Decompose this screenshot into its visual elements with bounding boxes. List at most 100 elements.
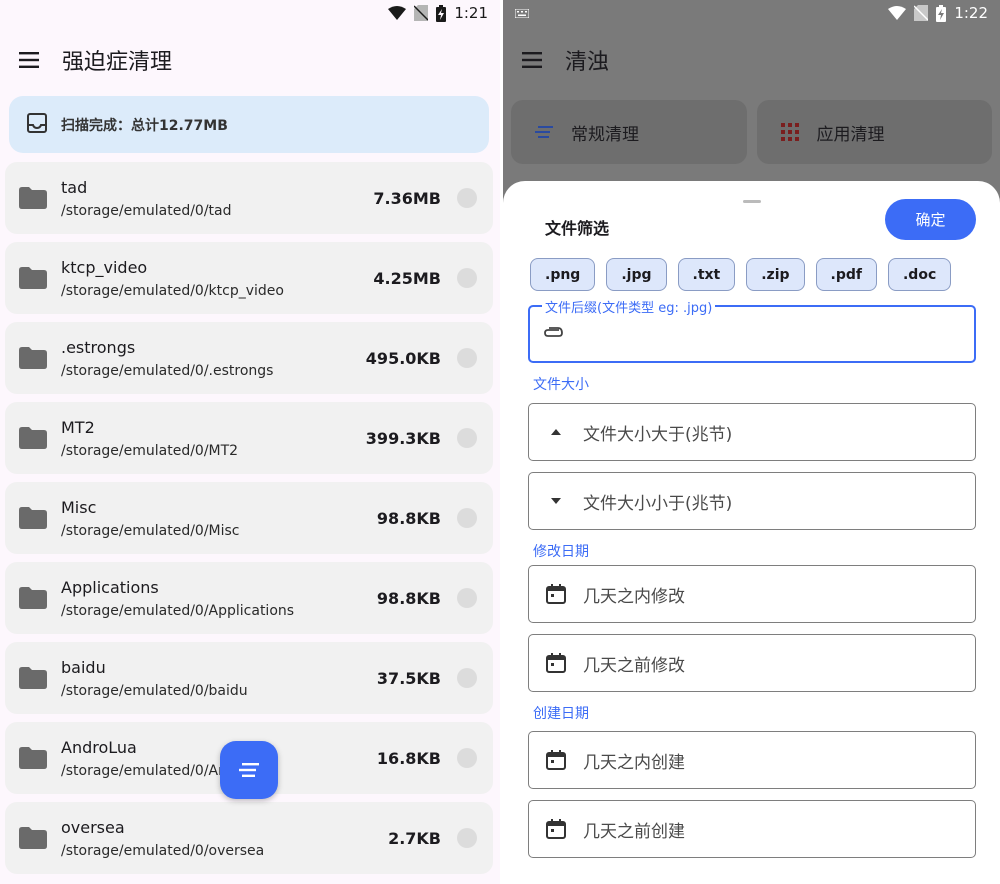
file-path: /storage/emulated/0/Misc xyxy=(61,522,240,539)
wifi-icon xyxy=(888,6,907,20)
folder-icon xyxy=(5,187,61,209)
status-time: 1:21 xyxy=(454,4,488,22)
sheet-title: 文件筛选 xyxy=(545,219,610,238)
created-within-field[interactable]: 几天之内创建 xyxy=(528,731,976,789)
battery-charging-icon xyxy=(436,4,447,22)
chip-doc[interactable]: .doc xyxy=(887,258,952,291)
folder-icon xyxy=(5,587,61,609)
select-radio[interactable] xyxy=(457,588,477,608)
chip-zip[interactable]: .zip xyxy=(746,258,805,291)
file-path: /storage/emulated/0/An xyxy=(61,762,227,779)
select-radio[interactable] xyxy=(457,348,477,368)
modified-before-field[interactable]: 几天之前修改 xyxy=(528,634,976,692)
file-path: /storage/emulated/0/Applications xyxy=(61,602,295,619)
chip-png[interactable]: .png xyxy=(530,258,596,291)
file-name: ktcp_video xyxy=(61,257,148,277)
inbox-icon xyxy=(27,112,47,137)
file-size: 98.8KB xyxy=(376,588,441,608)
select-radio[interactable] xyxy=(457,268,477,288)
app-toolbar: 清浊 xyxy=(503,34,1000,86)
tab-label: 应用清理 xyxy=(816,124,885,145)
list-item[interactable]: baidu/storage/emulated/0/baidu 37.5KB xyxy=(5,642,493,714)
size-greater-placeholder: 文件大小大于(兆节) xyxy=(583,424,733,445)
file-size: 16.8KB xyxy=(376,748,441,768)
no-sim-icon xyxy=(914,5,929,21)
calendar-icon xyxy=(543,584,569,604)
file-path: /storage/emulated/0/MT2 xyxy=(61,442,239,459)
list-item[interactable]: oversea/storage/emulated/0/oversea 2.7KB xyxy=(5,802,493,874)
folder-icon xyxy=(5,747,61,769)
clean-mode-tabs: 常规清理 应用清理 xyxy=(511,100,992,164)
select-radio[interactable] xyxy=(457,748,477,768)
list-item[interactable]: MT2/storage/emulated/0/MT2 399.3KB xyxy=(5,402,493,474)
file-size: 37.5KB xyxy=(376,668,441,688)
chip-jpg[interactable]: .jpg xyxy=(606,258,667,291)
list-item[interactable]: ktcp_video/storage/emulated/0/ktcp_video… xyxy=(5,242,493,314)
list-item[interactable]: Misc/storage/emulated/0/Misc 98.8KB xyxy=(5,482,493,554)
folder-icon xyxy=(5,427,61,449)
status-bar: 1:22 xyxy=(503,0,1000,26)
calendar-icon xyxy=(543,750,569,770)
grid-icon xyxy=(780,123,799,141)
file-name: baidu xyxy=(61,657,106,677)
drag-handle[interactable] xyxy=(743,200,761,203)
status-time: 1:22 xyxy=(954,4,988,22)
modified-within-placeholder: 几天之内修改 xyxy=(583,586,685,607)
file-path: /storage/emulated/0/ktcp_video xyxy=(61,282,284,299)
tab-app-clean[interactable]: 应用清理 xyxy=(756,100,992,164)
list-item[interactable]: tad/storage/emulated/0/tad 7.36MB xyxy=(5,162,493,234)
confirm-button[interactable]: 确定 xyxy=(885,199,976,240)
extension-chips: .png .jpg .txt .zip .pdf .doc xyxy=(530,258,952,291)
right-screen: 1:22 清浊 常规清理 应用清理 文件筛选 确定 .png .jpg .txt… xyxy=(503,0,1000,884)
clean-fab-button[interactable] xyxy=(220,741,278,799)
file-name: AndroLua xyxy=(61,737,137,757)
select-radio[interactable] xyxy=(457,668,477,688)
file-name: MT2 xyxy=(61,417,95,437)
file-filter-sheet: 文件筛选 确定 .png .jpg .txt .zip .pdf .doc 文件… xyxy=(503,181,1000,884)
tab-regular-clean[interactable]: 常规清理 xyxy=(511,100,747,164)
app-toolbar: 强迫症清理 xyxy=(0,34,500,86)
file-name: Applications xyxy=(61,577,159,597)
page-title: 清浊 xyxy=(565,50,610,75)
modified-section-label: 修改日期 xyxy=(533,544,589,560)
list-icon xyxy=(535,126,553,138)
suffix-input[interactable]: 文件后缀(文件类型 eg: .jpg) xyxy=(528,297,976,363)
folder-icon xyxy=(5,347,61,369)
size-greater-field[interactable]: 文件大小大于(兆节) xyxy=(528,403,976,461)
modified-before-placeholder: 几天之前修改 xyxy=(583,655,685,676)
chip-txt[interactable]: .txt xyxy=(677,258,736,291)
page-title: 强迫症清理 xyxy=(62,50,173,75)
file-path: /storage/emulated/0/baidu xyxy=(61,682,248,699)
chip-pdf[interactable]: .pdf xyxy=(815,258,877,291)
folder-icon xyxy=(5,667,61,689)
select-radio[interactable] xyxy=(457,188,477,208)
suffix-input-label: 文件后缀(文件类型 eg: .jpg) xyxy=(542,297,716,316)
menu-button[interactable] xyxy=(0,34,58,86)
folder-icon xyxy=(5,507,61,529)
menu-button[interactable] xyxy=(503,34,561,86)
select-radio[interactable] xyxy=(457,828,477,848)
folder-icon xyxy=(5,827,61,849)
no-sim-icon xyxy=(414,5,429,21)
file-name: Misc xyxy=(61,497,97,517)
select-radio[interactable] xyxy=(457,508,477,528)
size-less-placeholder: 文件大小小于(兆节) xyxy=(583,493,733,514)
file-name: tad xyxy=(61,177,88,197)
size-less-field[interactable]: 文件大小小于(兆节) xyxy=(528,472,976,530)
created-section-label: 创建日期 xyxy=(533,706,589,722)
file-size: 495.0KB xyxy=(365,348,441,368)
file-path: /storage/emulated/0/oversea xyxy=(61,842,265,859)
calendar-icon xyxy=(543,653,569,673)
list-item[interactable]: .estrongs/storage/emulated/0/.estrongs 4… xyxy=(5,322,493,394)
select-radio[interactable] xyxy=(457,428,477,448)
created-before-field[interactable]: 几天之前创建 xyxy=(528,800,976,858)
scan-summary-banner: 扫描完成：总计12.77MB xyxy=(9,96,489,153)
left-screen: 1:21 强迫症清理 扫描完成：总计12.77MB tad/storage/em… xyxy=(0,0,500,884)
hamburger-icon xyxy=(522,52,542,68)
file-name: .estrongs xyxy=(61,337,136,357)
folder-icon xyxy=(5,267,61,289)
notes-icon xyxy=(239,763,259,777)
tab-label: 常规清理 xyxy=(571,124,639,145)
modified-within-field[interactable]: 几天之内修改 xyxy=(528,565,976,623)
list-item[interactable]: Applications/storage/emulated/0/Applicat… xyxy=(5,562,493,634)
